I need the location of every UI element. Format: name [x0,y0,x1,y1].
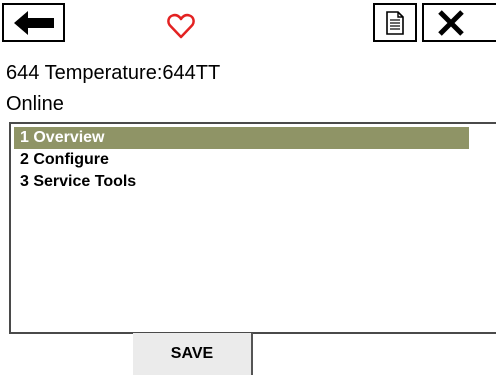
document-icon [386,10,404,35]
heart-outline-icon[interactable] [166,12,196,40]
back-button[interactable] [2,3,65,42]
menu-list[interactable]: 1 Overview 2 Configure 3 Service Tools [9,122,496,334]
arrow-left-icon [13,10,54,35]
close-x-icon [438,9,464,36]
close-button[interactable] [422,3,496,42]
menu-item-configure[interactable]: 2 Configure [14,149,469,171]
device-title: 644 Temperature:644TT [6,62,221,84]
save-button[interactable]: SAVE [133,333,253,375]
menu-item-service-tools[interactable]: 3 Service Tools [14,171,469,193]
document-button[interactable] [373,3,417,42]
status-label: Online [6,93,64,115]
menu-item-overview[interactable]: 1 Overview [14,127,469,149]
